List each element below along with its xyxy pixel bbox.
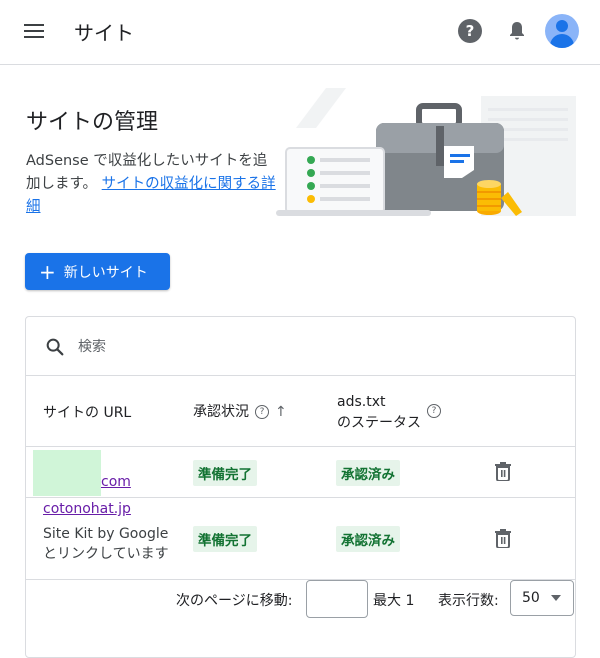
briefcase-illustration xyxy=(276,88,576,216)
section-title: サイトの管理 xyxy=(26,110,159,135)
pagination-bar: 次のページに移動: 最大 1 表示行数: 50 xyxy=(26,580,575,625)
sites-table-card: サイトの URL 承認状況? ↑ ads.txt のステータス? com 準備完了… xyxy=(25,316,576,658)
column-ads-txt-line1: ads.txt xyxy=(337,394,386,410)
search-icon xyxy=(46,338,64,356)
bell-icon[interactable] xyxy=(505,19,529,43)
rows-per-page-value: 50 xyxy=(522,590,540,606)
table-header: サイトの URL 承認状況? ↑ ads.txt のステータス? xyxy=(26,376,575,447)
plus-icon: + xyxy=(39,259,56,284)
delete-icon[interactable] xyxy=(494,528,512,548)
menu-icon[interactable] xyxy=(24,20,46,42)
column-ads-txt[interactable]: ads.txt のステータス? xyxy=(337,392,441,434)
column-site-url[interactable]: サイトの URL xyxy=(43,402,131,422)
ads-txt-status-badge: 承認済み xyxy=(336,526,400,552)
top-app-bar: サイト ? xyxy=(0,0,600,65)
help-icon[interactable]: ? xyxy=(427,404,441,418)
delete-icon[interactable] xyxy=(494,461,512,481)
page-title: サイト xyxy=(74,21,134,45)
column-ads-txt-line2: のステータス xyxy=(337,415,421,431)
column-approval[interactable]: 承認状況? ↑ xyxy=(193,401,287,421)
max-page-label: 最大 1 xyxy=(373,593,415,609)
new-site-label: 新しいサイト xyxy=(63,264,148,281)
approval-status-badge: 準備完了 xyxy=(193,460,257,486)
section-description: AdSense で収益化したいサイトを追加します。 サイトの収益化に関する詳細 xyxy=(26,150,276,219)
search-input[interactable] xyxy=(76,333,550,361)
goto-page-label: 次のページに移動: xyxy=(176,593,293,609)
column-approval-label: 承認状況 xyxy=(193,404,249,420)
redacted-site-name xyxy=(33,450,101,496)
table-row: com 準備完了 承認済み xyxy=(26,447,575,498)
goto-page-input[interactable] xyxy=(306,580,368,618)
avatar[interactable] xyxy=(545,14,579,48)
help-icon[interactable]: ? xyxy=(458,19,482,43)
site-link[interactable]: com xyxy=(101,474,131,490)
table-row: cotonohat.jp Site Kit by Google とリンクしていま… xyxy=(26,498,575,580)
chevron-down-icon xyxy=(550,595,561,601)
search-bar xyxy=(26,317,575,376)
site-link[interactable]: cotonohat.jp xyxy=(43,501,131,517)
ads-txt-status-badge: 承認済み xyxy=(336,460,400,486)
site-kit-note: Site Kit by Google とリンクしています xyxy=(43,526,169,562)
approval-status-badge: 準備完了 xyxy=(193,526,257,552)
new-site-button[interactable]: + 新しいサイト xyxy=(25,253,170,290)
rows-per-page-select[interactable]: 50 xyxy=(510,580,574,616)
help-icon[interactable]: ? xyxy=(255,405,269,419)
sort-arrow-up-icon[interactable]: ↑ xyxy=(275,404,287,420)
rows-per-page-label: 表示行数: xyxy=(438,593,499,609)
